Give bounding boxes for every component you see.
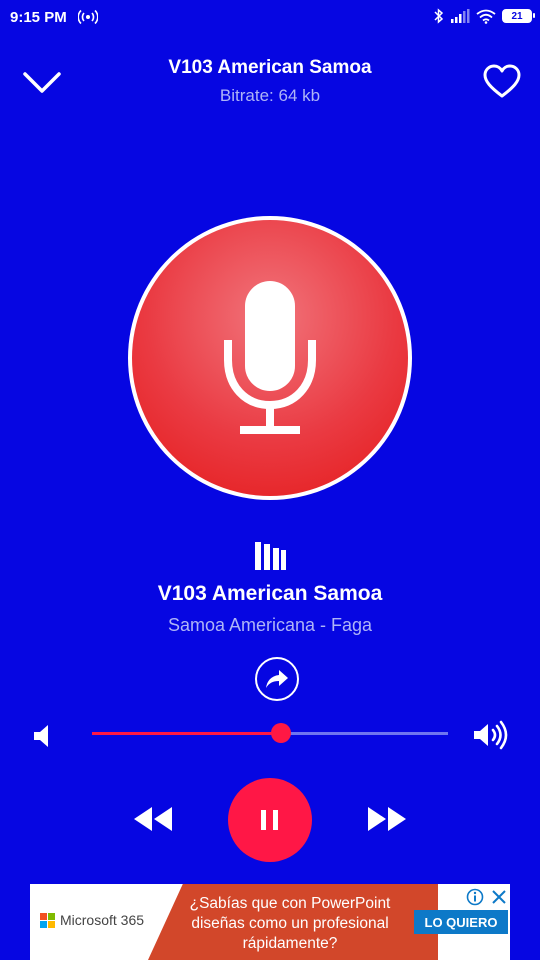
- volume-slider-fill: [92, 732, 281, 735]
- ad-close-icon[interactable]: [490, 888, 508, 906]
- share-icon: [266, 670, 288, 688]
- volume-high-icon[interactable]: [472, 720, 510, 750]
- ad-brand-name: Microsoft 365: [60, 912, 145, 928]
- pause-button[interactable]: [228, 778, 312, 862]
- share-button[interactable]: [255, 657, 299, 701]
- equalizer-icon: [255, 542, 286, 570]
- hotspot-icon: [78, 9, 98, 25]
- station-name: V103 American Samoa: [157, 582, 383, 605]
- status-time: 9:15 PM: [10, 9, 67, 26]
- battery-icon: 21: [502, 9, 535, 23]
- bluetooth-icon: [434, 8, 444, 24]
- signal-icon: [451, 9, 470, 23]
- player-screen: 9:15 PM 21 V103 American Samoa Bitrate: …: [0, 0, 540, 960]
- volume-slider-thumb[interactable]: [270, 723, 291, 743]
- station-artwork: [128, 216, 412, 500]
- pause-icon: [261, 810, 278, 830]
- header-title: V103 American Samoa: [168, 57, 372, 78]
- station-location: Samoa Americana - Faga: [167, 615, 373, 635]
- fast-forward-icon[interactable]: [366, 804, 408, 834]
- wifi-icon: [476, 9, 496, 24]
- ad-banner[interactable]: Microsoft 365 ¿Sabías que con PowerPoint…: [30, 884, 510, 960]
- status-bar: 9:15 PM 21: [0, 0, 540, 36]
- artwork-circle: [132, 220, 408, 496]
- header-bitrate: Bitrate: 64 kb: [219, 86, 321, 105]
- ad-info-icon[interactable]: [466, 888, 484, 906]
- microphone-icon: [224, 281, 316, 434]
- volume-low-icon[interactable]: [30, 722, 56, 750]
- volume-slider[interactable]: [92, 723, 448, 743]
- battery-level: 21: [511, 10, 523, 22]
- rewind-icon[interactable]: [132, 804, 174, 834]
- status-icons: 21: [434, 8, 535, 24]
- microsoft-logo-icon: [40, 912, 55, 928]
- heart-icon[interactable]: [482, 62, 522, 102]
- ad-cta-button[interactable]: LO QUIERO: [414, 910, 508, 934]
- ad-brand: Microsoft 365: [40, 912, 144, 928]
- ad-text: ¿Sabías que con PowerPoint diseñas como …: [189, 895, 391, 952]
